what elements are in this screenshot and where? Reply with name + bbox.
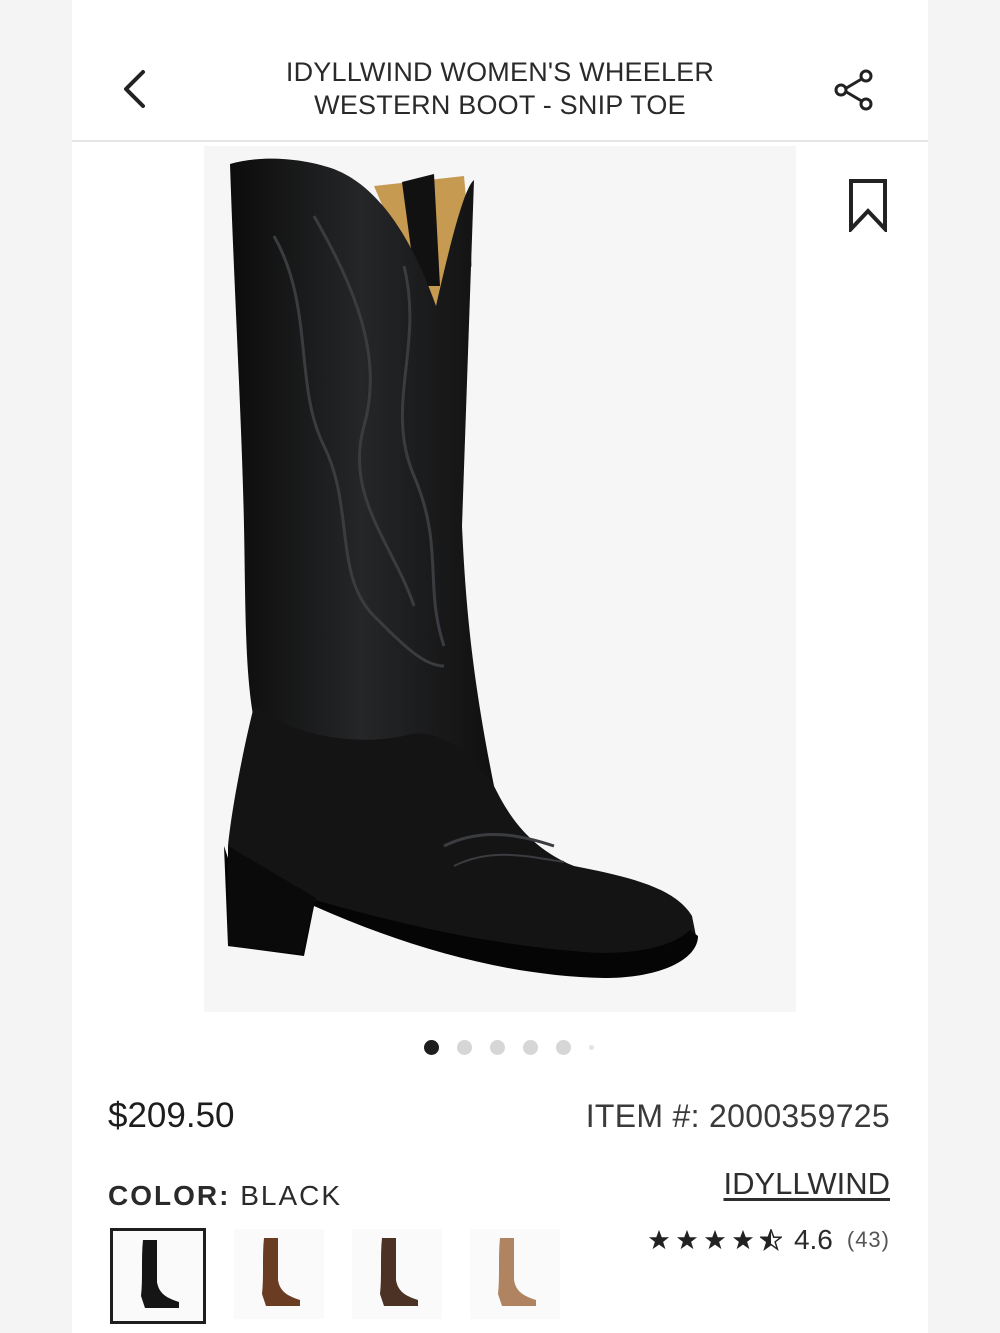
swatch-dark-brown[interactable] (352, 1229, 442, 1319)
bookmark-button[interactable] (844, 176, 892, 234)
star-icon (704, 1229, 726, 1250)
chevron-left-icon (124, 70, 145, 108)
star-icon (676, 1229, 698, 1250)
pager-dot[interactable] (424, 1039, 439, 1055)
bookmark-icon (849, 179, 887, 232)
pager-dot[interactable] (457, 1039, 472, 1055)
pager-dot[interactable] (523, 1039, 538, 1055)
rating-summary[interactable]: 4.6 (43) (648, 1224, 890, 1256)
page-title: IDYLLWIND WOMEN'S WHEELER WESTERN BOOT -… (252, 56, 748, 122)
title-line-1: IDYLLWIND WOMEN'S WHEELER (285, 57, 715, 87)
product-image[interactable] (204, 146, 796, 1012)
brand-link[interactable]: IDYLLWIND (723, 1166, 890, 1202)
back-button[interactable] (112, 62, 156, 116)
pager-dot[interactable] (589, 1044, 594, 1050)
boot-thumbnail (380, 1238, 418, 1306)
boot-thumbnail (498, 1238, 536, 1306)
swatch-brown[interactable] (234, 1229, 324, 1319)
color-label: COLOR: (108, 1180, 231, 1211)
image-pager (424, 1038, 594, 1056)
boot-thumbnail (141, 1240, 179, 1308)
pager-dot[interactable] (556, 1039, 571, 1055)
item-number: ITEM #: 2000359725 (585, 1098, 890, 1134)
swatch-tan[interactable] (470, 1229, 560, 1319)
boot-illustration (224, 158, 698, 978)
product-price: $209.50 (108, 1096, 235, 1135)
color-swatches (110, 1228, 560, 1324)
top-bar: IDYLLWIND WOMEN'S WHEELER WESTERN BOOT -… (72, 0, 928, 142)
color-label-row: COLOR: BLACK (108, 1180, 342, 1212)
share-icon (834, 69, 873, 111)
swatch-black[interactable] (110, 1228, 206, 1324)
color-value: BLACK (240, 1180, 343, 1211)
rating-count: (43) (846, 1227, 890, 1252)
title-line-2: WESTERN BOOT - SNIP TOE (314, 90, 686, 120)
boot-thumbnail (262, 1238, 300, 1306)
rating-value: 4.6 (793, 1224, 833, 1255)
share-button[interactable] (830, 66, 878, 114)
star-half-icon (759, 1229, 782, 1251)
product-page: IDYLLWIND WOMEN'S WHEELER WESTERN BOOT -… (72, 0, 928, 1333)
star-icon (732, 1229, 754, 1250)
rating-stars (648, 1229, 782, 1251)
pager-dot[interactable] (490, 1039, 505, 1055)
star-icon (648, 1229, 670, 1250)
